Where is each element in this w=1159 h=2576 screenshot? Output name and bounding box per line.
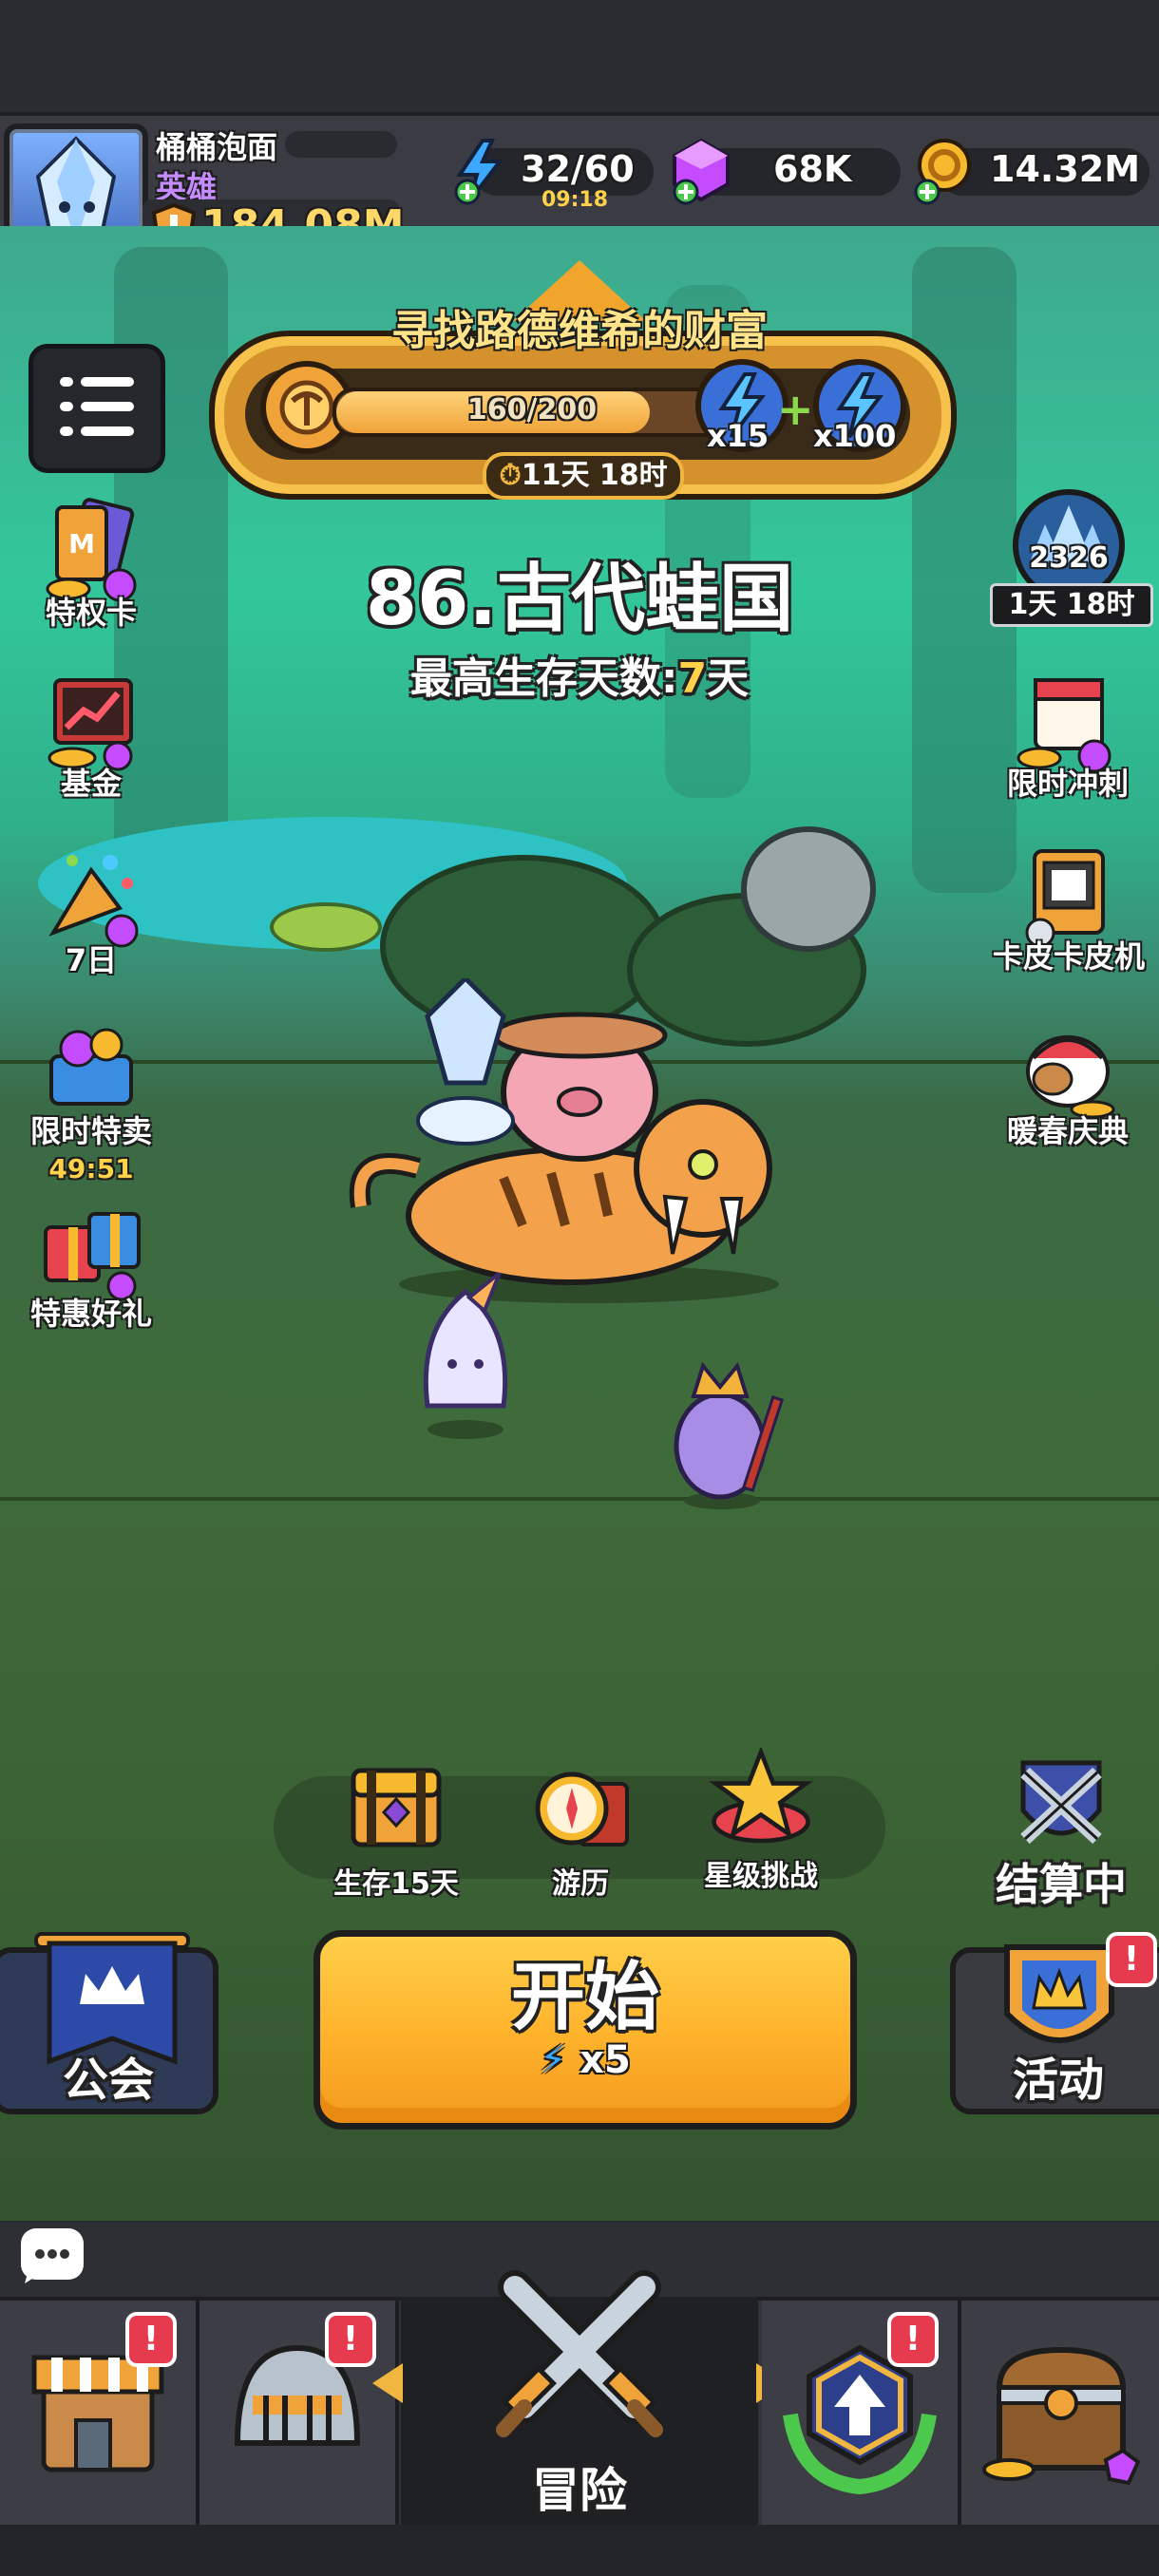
level-title: 86.古代蛙国: [365, 557, 794, 642]
system-navigation-bar: [0, 2525, 1159, 2576]
rock: [741, 826, 876, 952]
start-cost: ⚡ x5: [314, 2038, 857, 2082]
stopwatch-icon: ⏱: [499, 459, 522, 492]
special-gift-button[interactable]: 特惠好礼: [15, 1195, 167, 1334]
reward-1-amount: x15: [707, 418, 770, 454]
activity-alert-badge: !: [1106, 1932, 1157, 1987]
start-cost-amount: x5: [580, 2038, 631, 2082]
survival-chest-label: 生存15天: [333, 1867, 459, 1901]
treasure-chest-icon: [982, 2346, 1141, 2486]
start-label: 开始: [510, 1955, 659, 2040]
treasure-chest-icon: [351, 1768, 442, 1847]
event-timer: ⏱11天 18时: [483, 452, 684, 500]
capybara-machine-button[interactable]: 卡皮卡皮机: [984, 838, 1153, 976]
limited-sprint-label: 限时冲刺: [1006, 766, 1129, 802]
spring-festival-label: 暖春庆典: [1006, 1113, 1129, 1149]
nav-treasury[interactable]: [961, 2301, 1159, 2525]
travel-label: 游历: [552, 1867, 609, 1901]
compass-book-icon: [535, 1771, 629, 1847]
event-progress-text: 160/200: [466, 393, 598, 426]
left-arrow-icon[interactable]: [369, 2359, 407, 2407]
shop-alert-badge: !: [125, 2312, 177, 2367]
name-underlay: [285, 131, 397, 158]
settlement-label: 结算中: [996, 1859, 1127, 1910]
spring-festival-button[interactable]: 暖春庆典: [992, 1013, 1144, 1151]
best-survival-record: 最高生存天数:7天: [0, 644, 1159, 705]
fund-button[interactable]: 基金: [15, 665, 167, 804]
plus-sign: +: [777, 384, 814, 435]
privilege-card-button[interactable]: M 特权卡: [15, 494, 167, 633]
fund-label: 基金: [60, 766, 122, 802]
activity-label: 活动: [1012, 2054, 1104, 2107]
energy-value: 32/60: [521, 148, 635, 190]
energy-bolt-icon: ⚡: [540, 2038, 567, 2082]
energy-timer: 09:18: [542, 188, 609, 212]
privilege-card-label: 特权卡: [45, 595, 137, 631]
player-name: 桶桶泡面: [156, 129, 278, 165]
survival-days: 7: [677, 654, 708, 703]
star-cushion-icon: [709, 1748, 813, 1844]
limited-sprint-button[interactable]: 限时冲刺: [992, 665, 1144, 804]
reward-2-amount: x100: [813, 418, 897, 454]
seven-day-button[interactable]: 7日: [15, 842, 167, 980]
seven-day-label: 7日: [65, 942, 118, 978]
purple-gem-icon[interactable]: [669, 137, 733, 205]
energy-bolt-icon[interactable]: [450, 139, 511, 205]
gem-value: 68K: [773, 148, 852, 190]
gold-coin-icon[interactable]: [910, 135, 977, 205]
ghost-pet: [423, 1273, 508, 1439]
king-penguin-pet: [674, 1361, 785, 1509]
main-menu-button[interactable]: [28, 344, 165, 473]
guild-label: 公会: [62, 2054, 154, 2107]
nav-adventure-label: 冒险: [532, 2463, 627, 2518]
travel-button[interactable]: 游历: [500, 1755, 661, 1902]
crossed-swords-shield-icon: [1020, 1760, 1102, 1845]
rank-value: 2326: [1029, 541, 1109, 575]
hero-party-characters: [349, 978, 779, 1303]
ground-line: [0, 1497, 1159, 1501]
svg-text:M: M: [68, 528, 95, 559]
status-bar: [0, 0, 1159, 112]
survival-chest-button[interactable]: 生存15天: [315, 1755, 477, 1902]
limited-sale-timer: 49:51: [48, 1153, 134, 1184]
survival-label: 最高生存天数:: [409, 654, 678, 703]
lily-pad: [270, 902, 382, 952]
gold-value: 14.32M: [990, 148, 1141, 190]
crossed-swords-icon: [496, 2270, 663, 2437]
chat-bubble-icon[interactable]: [21, 2228, 84, 2283]
rank-timer: 1天 18时: [990, 583, 1153, 627]
limited-sale-label: 限时特卖: [29, 1113, 152, 1149]
star-challenge-button[interactable]: 星级挑战: [680, 1748, 842, 1894]
survival-unit: 天: [707, 654, 750, 703]
limited-sale-button[interactable]: 限时特卖 49:51: [10, 1013, 173, 1184]
event-banner-title: 寻找路德维希的财富: [391, 307, 768, 355]
special-gift-label: 特惠好礼: [29, 1296, 152, 1332]
settlement-button[interactable]: 结算中: [980, 1753, 1142, 1913]
star-challenge-label: 星级挑战: [704, 1860, 818, 1893]
event-timer-text: 11天 18时: [521, 459, 668, 492]
rank-badge-button[interactable]: 2326 1天 18时: [988, 486, 1153, 627]
upgrade-alert-badge: !: [887, 2312, 939, 2367]
capybara-machine-label: 卡皮卡皮机: [992, 938, 1145, 975]
